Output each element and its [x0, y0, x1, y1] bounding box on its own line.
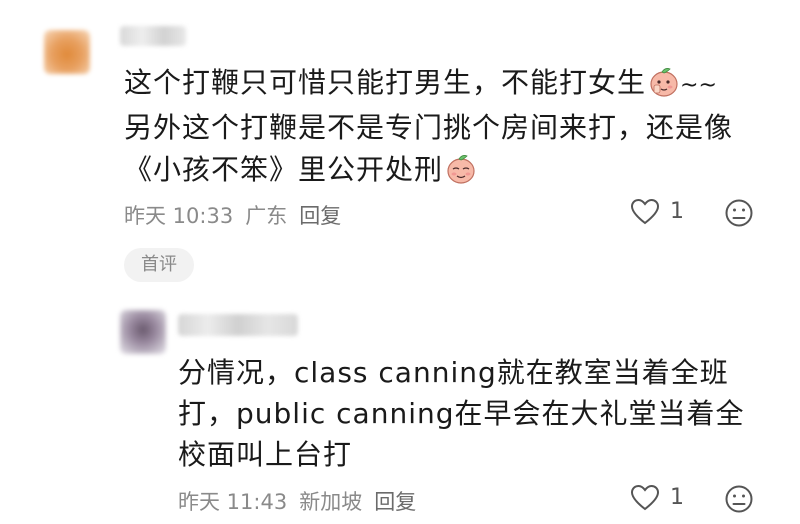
comment-time: 昨天 10:33	[124, 204, 234, 228]
frown-face-icon	[725, 199, 753, 227]
reply-body: 分情况，class canning就在教室当着全班 打，public canni…	[178, 352, 778, 475]
reply-like-button[interactable]	[630, 484, 660, 516]
comment-meta: 昨天 10:33 广东 回复	[124, 200, 353, 230]
peach-face-emoji-icon	[650, 68, 678, 97]
reply-reply-button[interactable]: 回复	[374, 490, 416, 514]
comment-line-1: 这个打鞭只可惜只能打男生，不能打女生 ~~	[124, 66, 717, 99]
heart-icon	[630, 198, 660, 225]
commenter-avatar[interactable]	[44, 30, 90, 74]
reply-location: 新加坡	[299, 490, 363, 514]
reply-line-3: 校面叫上台打	[178, 438, 353, 471]
commenter-name-blurred[interactable]	[120, 26, 186, 46]
comment-like-button[interactable]	[630, 198, 660, 230]
reply-like-count: 1	[670, 485, 684, 510]
replier-name-blurred[interactable]	[178, 314, 298, 336]
frown-face-icon	[725, 485, 753, 513]
heart-icon	[630, 484, 660, 511]
peach-face-emoji-icon	[447, 155, 475, 184]
reply-meta: 昨天 11:43 新加坡 回复	[178, 486, 428, 516]
comment-line-2: 另外这个打鞭是不是专门挑个房间来打，还是像	[124, 111, 734, 144]
replier-avatar[interactable]	[120, 310, 166, 354]
reply-time: 昨天 11:43	[178, 490, 288, 514]
comment-dislike-button[interactable]	[724, 198, 754, 232]
comment-body: 这个打鞭只可惜只能打男生，不能打女生 ~~ 另外这个打鞭是不是专门挑个房间来打，…	[124, 62, 784, 191]
comment-line-3: 《小孩不笨》里公开处刑	[124, 149, 784, 191]
reply-dislike-button[interactable]	[724, 484, 754, 518]
reply-line-2: 打，public canning在早会在大礼堂当着全	[178, 397, 745, 430]
reply-line-1: 分情况，class canning就在教室当着全班	[178, 356, 729, 389]
comment-location: 广东	[245, 204, 288, 228]
comment-reply-button[interactable]: 回复	[299, 204, 341, 228]
first-comment-badge: 首评	[124, 248, 194, 282]
comment-like-count: 1	[670, 199, 684, 224]
